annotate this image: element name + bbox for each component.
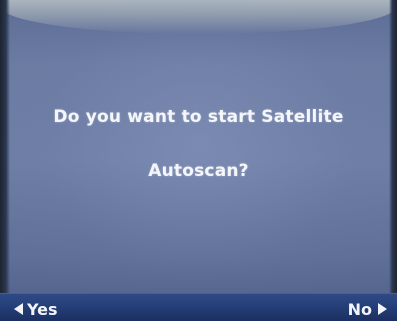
device-screen: Do you want to start Satellite Autoscan?… — [0, 0, 397, 321]
dialog-message-line1: Do you want to start Satellite — [53, 107, 344, 127]
triangle-left-icon — [14, 303, 23, 315]
screen-bezel-top — [0, 0, 397, 34]
dialog-message-line2: Autoscan? — [148, 161, 249, 181]
yes-softkey-button[interactable]: Yes — [14, 298, 58, 320]
triangle-right-icon — [378, 303, 387, 315]
screen-bezel-right — [389, 0, 397, 321]
screen-bezel-left — [0, 0, 10, 321]
no-softkey-button[interactable]: No — [348, 298, 387, 320]
softkey-bar: Yes No — [0, 293, 397, 321]
yes-softkey-label: Yes — [27, 299, 58, 319]
no-softkey-label: No — [347, 299, 372, 319]
